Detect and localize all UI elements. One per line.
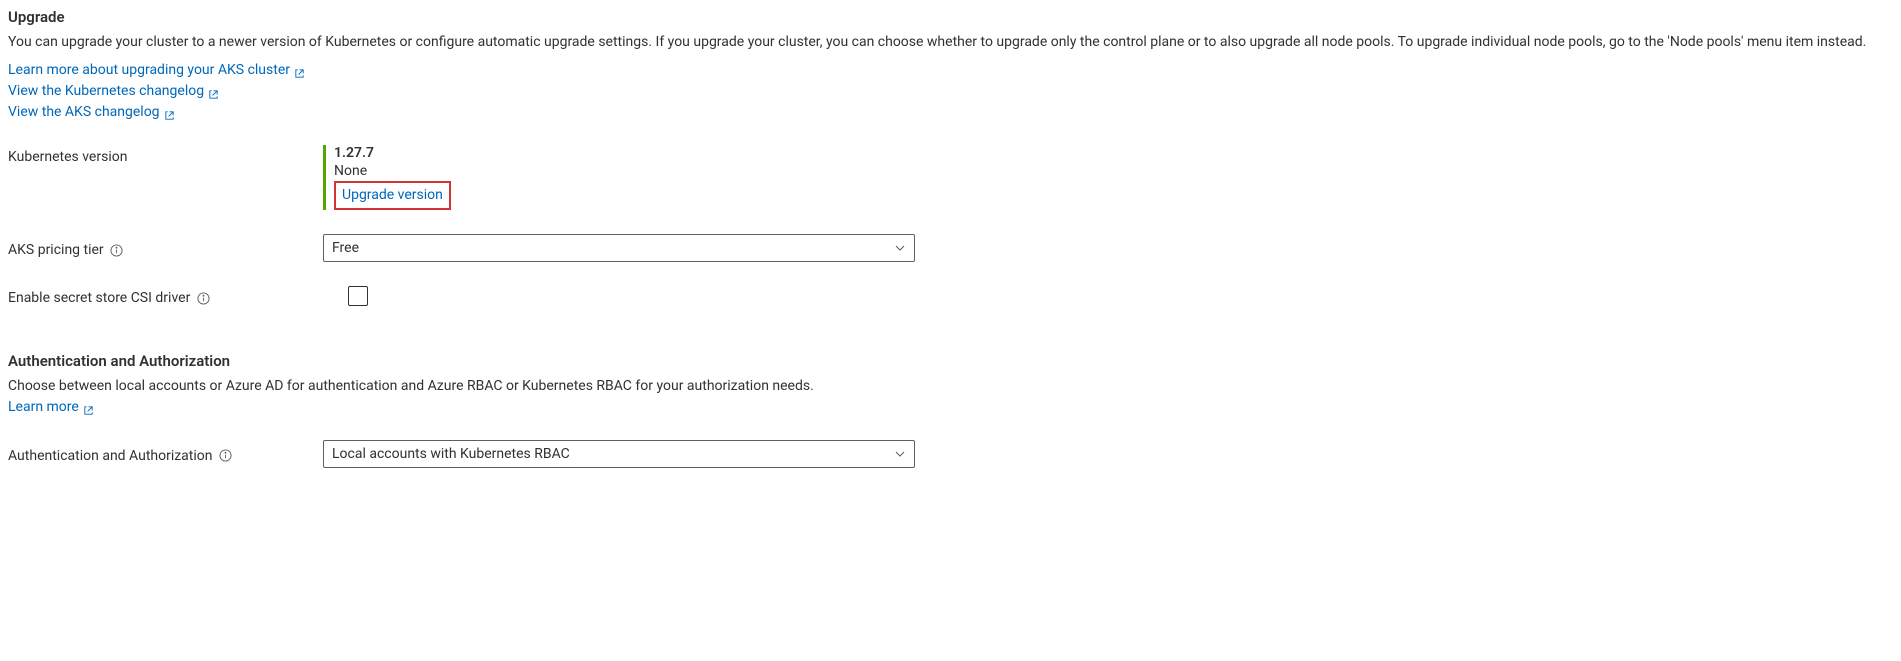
link-text: View the Kubernetes changelog [8, 81, 204, 102]
pricing-tier-label: AKS pricing tier [8, 238, 323, 258]
info-icon[interactable] [110, 244, 123, 257]
external-link-icon [164, 107, 175, 118]
k8s-changelog-link[interactable]: View the Kubernetes changelog [8, 81, 219, 102]
upgrade-version-highlight: Upgrade version [334, 181, 451, 210]
external-link-icon [208, 86, 219, 97]
auth-title: Authentication and Authorization [8, 352, 1893, 370]
label-text: Enable secret store CSI driver [8, 290, 190, 306]
auth-section: Authentication and Authorization Choose … [8, 352, 1893, 467]
info-icon[interactable] [219, 449, 232, 462]
auth-dropdown[interactable]: Local accounts with Kubernetes RBAC [323, 440, 915, 468]
upgrade-title: Upgrade [8, 8, 1893, 26]
auth-field-value: Local accounts with Kubernetes RBAC [323, 440, 915, 468]
aks-changelog-link[interactable]: View the AKS changelog [8, 102, 175, 123]
external-link-icon [294, 65, 305, 76]
chevron-down-icon [894, 448, 906, 460]
link-text: Learn more [8, 397, 79, 418]
csi-driver-label: Enable secret store CSI driver [8, 286, 348, 306]
dropdown-selected: Free [332, 240, 359, 256]
auth-field-label: Authentication and Authorization [8, 444, 323, 464]
auth-field-row: Authentication and Authorization Local a… [8, 440, 1893, 468]
auth-learn-more-link[interactable]: Learn more [8, 397, 94, 418]
auth-desc-text: Choose between local accounts or Azure A… [8, 378, 814, 394]
k8s-version-block: 1.27.7 None Upgrade version [323, 145, 451, 210]
k8s-version-label: Kubernetes version [8, 145, 323, 165]
pricing-tier-row: AKS pricing tier Free [8, 234, 1893, 262]
info-icon[interactable] [197, 292, 210, 305]
csi-driver-row: Enable secret store CSI driver [8, 286, 1893, 306]
chevron-down-icon [894, 242, 906, 254]
pricing-tier-value: Free [323, 234, 915, 262]
upgrade-version-link[interactable]: Upgrade version [336, 183, 449, 208]
k8s-version-value: 1.27.7 [334, 145, 451, 161]
k8s-auto-upgrade-value: None [334, 163, 451, 179]
csi-driver-value [348, 286, 368, 306]
pricing-tier-dropdown[interactable]: Free [323, 234, 915, 262]
k8s-version-row: Kubernetes version 1.27.7 None Upgrade v… [8, 145, 1893, 210]
auth-description: Choose between local accounts or Azure A… [8, 376, 888, 417]
csi-driver-checkbox[interactable] [348, 286, 368, 306]
upgrade-links: Learn more about upgrading your AKS clus… [8, 60, 1893, 123]
label-text: Authentication and Authorization [8, 448, 213, 464]
link-text: Learn more about upgrading your AKS clus… [8, 60, 290, 81]
dropdown-selected: Local accounts with Kubernetes RBAC [332, 446, 570, 462]
label-text: AKS pricing tier [8, 242, 104, 258]
upgrade-section: Upgrade You can upgrade your cluster to … [8, 8, 1893, 306]
upgrade-description: You can upgrade your cluster to a newer … [8, 32, 1878, 52]
link-text: View the AKS changelog [8, 102, 160, 123]
external-link-icon [83, 402, 94, 413]
learn-more-upgrade-link[interactable]: Learn more about upgrading your AKS clus… [8, 60, 305, 81]
